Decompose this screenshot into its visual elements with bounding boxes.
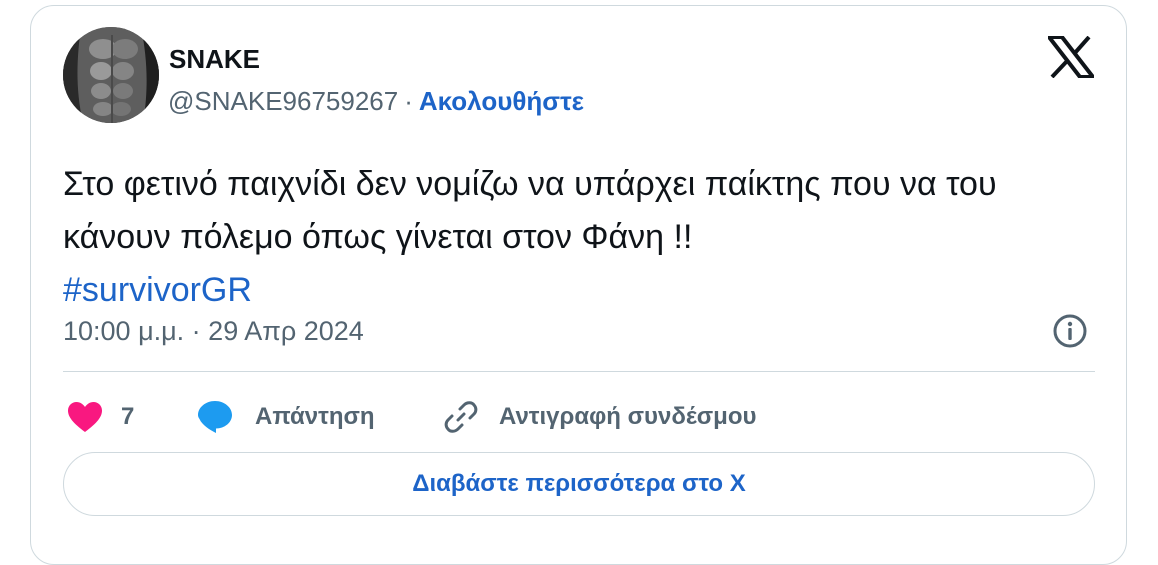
tweet-timestamp[interactable]: 10:00 μ.μ. · 29 Απρ 2024 (63, 316, 364, 347)
reply-label: Απάντηση (255, 403, 375, 430)
tweet-actions: 7 Απάντηση Αντιγραφή συνδέσμου (31, 391, 1126, 443)
author-handle-row: @SNAKE96759267 · Ακολουθήστε (168, 86, 584, 117)
hashtag-link[interactable]: #survivorGR (63, 264, 1103, 317)
x-logo-icon[interactable] (1048, 36, 1094, 78)
info-icon[interactable] (1052, 313, 1088, 349)
tweet-embed-card: SNAKE @SNAKE96759267 · Ακολουθήστε Στο φετ… (30, 5, 1127, 565)
divider (63, 371, 1095, 372)
separator-dot: · (404, 86, 413, 116)
tweet-body: Στο φετινό παιχνίδι δεν νομίζω να υπάρχε… (63, 165, 997, 256)
author-display-name[interactable]: SNAKE (169, 44, 260, 75)
like-count: 7 (121, 403, 135, 430)
read-more-button[interactable]: Διαβάστε περισσότερα στο X (63, 452, 1095, 516)
author-handle[interactable]: @SNAKE96759267 (168, 86, 398, 116)
tweet-text: Στο φετινό παιχνίδι δεν νομίζω να υπάρχε… (63, 158, 1103, 317)
copy-link-button[interactable]: Αντιγραφή συνδέσμου (443, 391, 756, 443)
link-icon (444, 401, 478, 433)
follow-button[interactable]: Ακολουθήστε (419, 86, 584, 116)
reply-button[interactable]: Απάντηση (197, 391, 375, 443)
heart-icon (68, 402, 102, 432)
like-button[interactable]: 7 (67, 391, 134, 443)
avatar-torso-image (63, 27, 159, 123)
speech-bubble-icon (198, 401, 232, 433)
author-avatar[interactable] (63, 27, 159, 123)
copy-link-label: Αντιγραφή συνδέσμου (499, 403, 757, 430)
